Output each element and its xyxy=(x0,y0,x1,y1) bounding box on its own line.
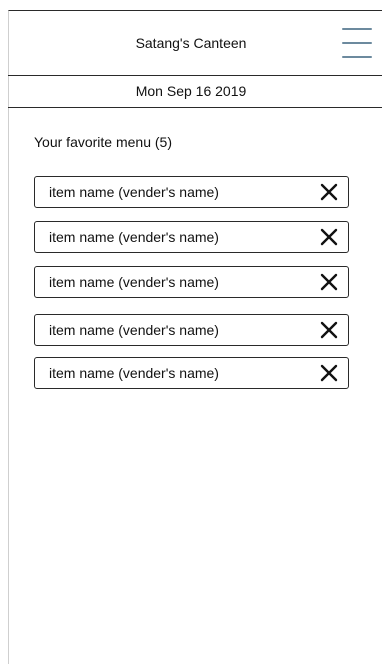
favorites-list: item name (vender's name) item name (ven… xyxy=(34,176,349,389)
favorite-item[interactable]: item name (vender's name) xyxy=(34,266,349,298)
app-title: Satang's Canteen xyxy=(135,35,247,51)
favorite-item-label: item name (vender's name) xyxy=(49,274,219,290)
favorite-item[interactable]: item name (vender's name) xyxy=(34,176,349,208)
remove-favorite-button[interactable] xyxy=(318,319,340,341)
remove-favorite-button[interactable] xyxy=(318,362,340,384)
hamburger-menu-button[interactable] xyxy=(342,26,372,60)
remove-favorite-button[interactable] xyxy=(318,271,340,293)
remove-favorite-button[interactable] xyxy=(318,181,340,203)
favorites-heading: Your favorite menu (5) xyxy=(34,134,172,150)
app-header: Satang's Canteen xyxy=(8,10,382,76)
favorite-item-label: item name (vender's name) xyxy=(49,184,219,200)
hamburger-menu-icon-bar xyxy=(342,42,372,44)
date-bar: Mon Sep 16 2019 xyxy=(8,76,382,108)
close-icon xyxy=(320,183,338,201)
hamburger-menu-icon-bar xyxy=(342,56,372,58)
close-icon xyxy=(320,364,338,382)
close-icon xyxy=(320,273,338,291)
favorite-item-label: item name (vender's name) xyxy=(49,322,219,338)
favorite-item-label: item name (vender's name) xyxy=(49,365,219,381)
favorite-item-label: item name (vender's name) xyxy=(49,229,219,245)
close-icon xyxy=(320,321,338,339)
hamburger-menu-icon xyxy=(342,28,372,30)
favorite-item[interactable]: item name (vender's name) xyxy=(34,357,349,389)
favorite-item[interactable]: item name (vender's name) xyxy=(34,314,349,346)
current-date: Mon Sep 16 2019 xyxy=(135,83,247,99)
close-icon xyxy=(320,228,338,246)
remove-favorite-button[interactable] xyxy=(318,226,340,248)
favorite-item[interactable]: item name (vender's name) xyxy=(34,221,349,253)
